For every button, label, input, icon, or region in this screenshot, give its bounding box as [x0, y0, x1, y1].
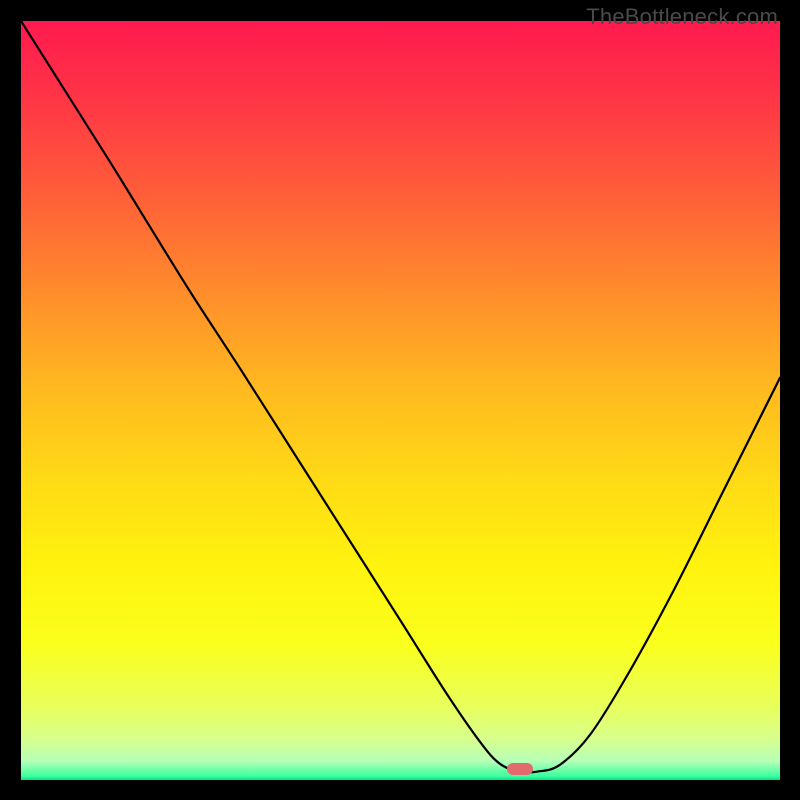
optimal-marker — [507, 763, 533, 775]
chart-svg — [21, 21, 780, 780]
gradient-background — [21, 21, 780, 780]
chart-plot-area — [21, 21, 780, 780]
watermark-text: TheBottleneck.com — [586, 4, 778, 30]
